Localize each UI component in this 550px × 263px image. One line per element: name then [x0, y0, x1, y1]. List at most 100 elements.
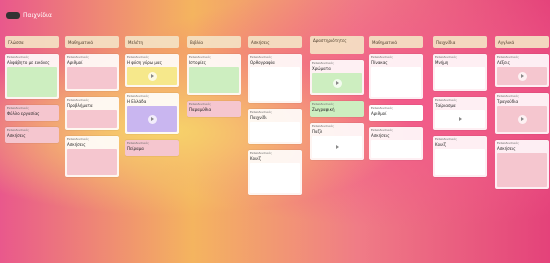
post-card[interactable]: Εκπαιδευτικός Κουίζ: [248, 150, 302, 195]
post-card[interactable]: Εκπαιδευτικός Η φύση γύρω μας: [125, 54, 179, 87]
column-5: Δραστηριότητες Εκπαιδευτικός Χρώματα Εκπαιδ…: [310, 36, 364, 263]
image-thumbnail[interactable]: [435, 67, 485, 89]
column-title[interactable]: Μελέτη: [125, 36, 179, 48]
post-title: Ασκήσεις: [371, 133, 390, 138]
post-card[interactable]: Εκπαιδευτικός Ταίριασμα: [433, 97, 487, 130]
post-card[interactable]: Εκπαιδευτικός Αλφάβητο με εικόνες: [5, 54, 59, 99]
post-title: Αριθμοί: [67, 60, 83, 65]
post-card[interactable]: Εκπαιδευτικός Κουίζ: [433, 136, 487, 177]
avatar[interactable]: [6, 11, 20, 19]
post-title: Πίνακας: [371, 60, 388, 65]
column-title[interactable]: Βιβλία: [187, 36, 241, 48]
post-card[interactable]: Εκπαιδευτικός Αριθμοί: [369, 105, 423, 121]
play-icon[interactable]: [517, 114, 527, 124]
post-card[interactable]: Εκπαιδευτικός Παιχνίδι: [248, 109, 302, 144]
column-title[interactable]: Δραστηριότητες: [310, 36, 364, 54]
post-title: Ασκήσεις: [7, 133, 26, 138]
board-header: Παιχνίδια: [0, 0, 550, 30]
post-card[interactable]: Εκπαιδευτικός Χρώματα: [310, 60, 364, 95]
post-title: Λέξεις: [497, 60, 510, 65]
image-thumbnail[interactable]: [189, 67, 239, 93]
image-thumbnail[interactable]: [67, 110, 117, 128]
post-title: Παιχνίδι: [250, 115, 267, 120]
image-thumbnail[interactable]: [67, 67, 117, 89]
play-icon[interactable]: [147, 71, 157, 81]
post-title: Μνήμη: [435, 60, 449, 65]
post-title: Ιστορίες: [189, 60, 206, 65]
post-card[interactable]: Εκπαιδευτικός Ιστορίες: [187, 54, 241, 95]
image-thumbnail[interactable]: [250, 122, 300, 142]
column-title[interactable]: Παιχνίδια: [433, 36, 487, 48]
video-thumbnail[interactable]: [497, 106, 547, 132]
post-card[interactable]: Εκπαιδευτικός Πίνακας: [369, 54, 423, 99]
post-title: Φύλλο εργασίας: [7, 111, 40, 116]
post-title: Κουίζ: [435, 142, 446, 147]
play-icon[interactable]: [332, 78, 342, 88]
post-title: Αλφάβητο με εικόνες: [7, 60, 50, 65]
image-thumbnail[interactable]: [250, 67, 300, 101]
post-card[interactable]: Εκπαιδευτικός Φύλλο εργασίας: [5, 105, 59, 121]
image-thumbnail[interactable]: [435, 149, 485, 175]
image-thumbnail[interactable]: [67, 149, 117, 175]
play-icon[interactable]: [517, 71, 527, 81]
post-title: Παζλ: [312, 129, 323, 134]
column-3: Βιβλία Εκπαιδευτικός Ιστορίες Εκπαιδευτικός…: [187, 36, 241, 263]
post-card[interactable]: Εκπαιδευτικός Λέξεις: [495, 54, 549, 87]
image-thumbnail[interactable]: [497, 153, 547, 187]
post-title: Ζωγραφική: [312, 107, 335, 112]
column-7: Παιχνίδια Εκπαιδευτικός Μνήμη Εκπαιδευτικός…: [433, 36, 487, 263]
column-0: Γλώσσα Εκπαιδευτικός Αλφάβητο με εικόνες Εκ…: [5, 36, 59, 263]
video-thumbnail[interactable]: [497, 67, 547, 85]
post-title: Κουίζ: [250, 156, 261, 161]
post-card[interactable]: Εκπαιδευτικός Πείραμα: [125, 140, 179, 156]
post-card[interactable]: Εκπαιδευτικός Ασκήσεις: [65, 136, 119, 177]
post-title: Η Ελλάδα: [127, 99, 147, 104]
post-title: Η φύση γύρω μας: [127, 60, 162, 65]
column-1: Μαθηματικά Εκπαιδευτικός Αριθμοί Εκπαιδευτι…: [65, 36, 119, 263]
post-title: Πείραμα: [127, 146, 144, 151]
play-icon[interactable]: [147, 114, 157, 124]
post-card[interactable]: Εκπαιδευτικός Παζλ: [310, 123, 364, 160]
board-columns: Γλώσσα Εκπαιδευτικός Αλφάβητο με εικόνες Εκ…: [5, 36, 550, 263]
board-title: Παιχνίδια: [23, 11, 53, 19]
post-card[interactable]: Εκπαιδευτικός Ασκήσεις: [5, 127, 59, 143]
post-card[interactable]: Εκπαιδευτικός Μνήμη: [433, 54, 487, 91]
image-thumbnail[interactable]: [371, 140, 421, 158]
post-card[interactable]: Εκπαιδευτικός Η Ελλάδα: [125, 93, 179, 134]
post-card[interactable]: Εκπαιδευτικός Τραγούδια: [495, 93, 549, 134]
video-thumbnail[interactable]: [312, 73, 362, 93]
post-title: Ορθογραφία: [250, 60, 275, 65]
post-title: Παραμύθια: [189, 107, 212, 112]
post-title: Χρώματα: [312, 66, 331, 71]
post-card[interactable]: Εκπαιδευτικός Προβλήματα: [65, 97, 119, 130]
image-thumbnail[interactable]: [7, 67, 57, 97]
post-card[interactable]: Εκπαιδευτικός Παραμύθια: [187, 101, 241, 117]
play-icon[interactable]: [332, 142, 342, 152]
post-title: Ασκήσεις: [497, 146, 516, 151]
post-title: Προβλήματα: [67, 103, 93, 108]
column-title[interactable]: Ασκήσεις: [248, 36, 302, 48]
play-icon[interactable]: [455, 114, 465, 124]
column-6: Μαθηματικά Εκπαιδευτικός Πίνακας Εκπαιδευτι…: [369, 36, 423, 263]
column-2: Μελέτη Εκπαιδευτικός Η φύση γύρω μας Εκπαιδ…: [125, 36, 179, 263]
video-thumbnail[interactable]: [127, 67, 177, 85]
post-card[interactable]: Εκπαιδευτικός Ορθογραφία: [248, 54, 302, 103]
post-title: Ταίριασμα: [435, 103, 456, 108]
post-card[interactable]: Εκπαιδευτικός Αριθμοί: [65, 54, 119, 91]
video-thumbnail[interactable]: [127, 106, 177, 132]
column-title[interactable]: Γλώσσα: [5, 36, 59, 48]
post-title: Ασκήσεις: [67, 142, 86, 147]
post-card[interactable]: Εκπαιδευτικός Ασκήσεις: [495, 140, 549, 189]
post-title: Τραγούδια: [497, 99, 519, 104]
image-thumbnail[interactable]: [371, 67, 421, 97]
post-card[interactable]: Εκπαιδευτικός Ασκήσεις: [369, 127, 423, 160]
video-thumbnail[interactable]: [435, 110, 485, 128]
video-thumbnail[interactable]: [312, 136, 362, 158]
column-title[interactable]: Αγγλικά: [495, 36, 549, 48]
column-4: Ασκήσεις Εκπαιδευτικός Ορθογραφία Εκπαιδευτ…: [248, 36, 302, 263]
post-title: Αριθμοί: [371, 111, 387, 116]
image-thumbnail[interactable]: [250, 163, 300, 193]
column-title[interactable]: Μαθηματικά: [369, 36, 423, 48]
column-title[interactable]: Μαθηματικά: [65, 36, 119, 48]
post-card[interactable]: Εκπαιδευτικός Ζωγραφική: [310, 101, 364, 117]
